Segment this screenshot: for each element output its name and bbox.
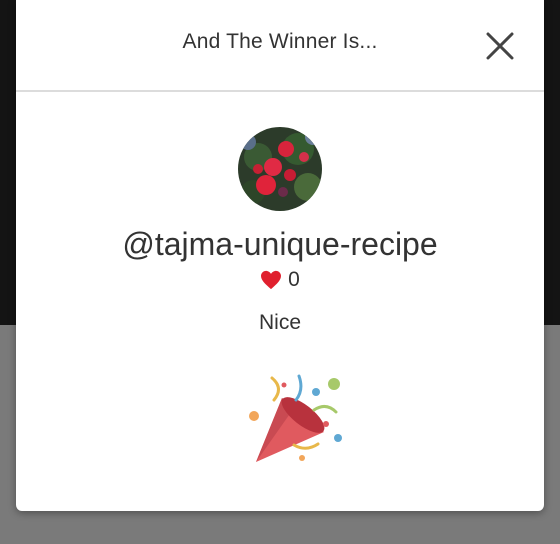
heart-icon [261,270,282,290]
close-icon [486,32,514,60]
winner-username[interactable]: @tajma-unique-recipe [16,226,544,263]
avatar [238,127,322,211]
party-popper-icon [244,370,348,470]
winner-message: Nice [258,311,301,334]
likes-row: 0 [16,268,544,292]
close-button[interactable] [484,30,516,62]
likes-count: 0 [288,268,300,291]
modal-title: And The Winner Is... [182,30,378,53]
winner-modal: And The Winner Is... @tajma-unique-recip… [16,0,544,511]
modal-header: And The Winner Is... [16,0,544,92]
